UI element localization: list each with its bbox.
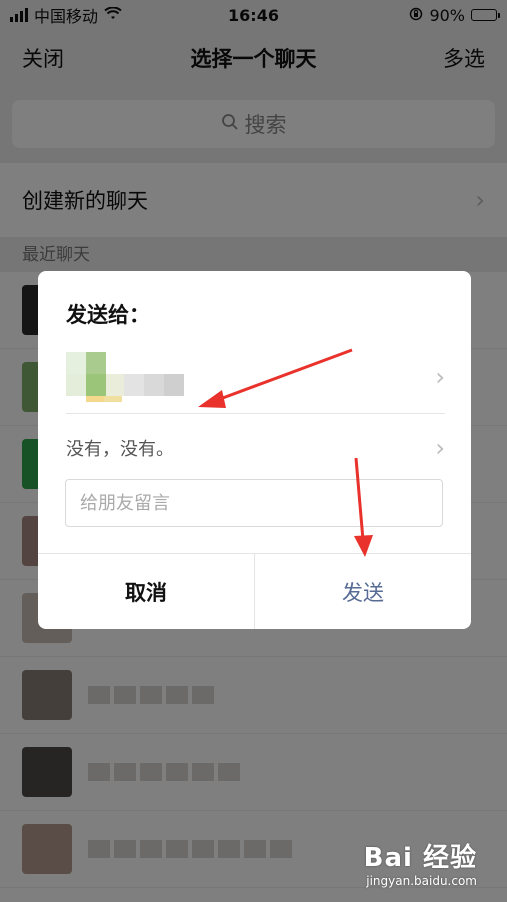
message-to-friend-input[interactable] <box>65 479 443 527</box>
dialog-title: 发送给： <box>66 303 150 327</box>
recipient-avatar-blurred <box>66 352 186 402</box>
message-preview-row[interactable]: 没有，没有。 › <box>66 423 445 473</box>
dialog-actions: 取消 发送 <box>38 553 471 629</box>
baidu-jingyan-watermark: Bai 经验 jingyan.baidu.com <box>364 837 477 888</box>
chevron-right-icon: › <box>435 363 445 391</box>
send-to-dialog: 发送给： › 没有，没有。 › 取消 发送 <box>38 271 471 629</box>
cancel-button[interactable]: 取消 <box>38 554 255 629</box>
send-button[interactable]: 发送 <box>255 554 471 629</box>
watermark-url: jingyan.baidu.com <box>366 874 477 888</box>
dialog-divider <box>66 413 445 414</box>
recipient-row[interactable]: › <box>66 341 445 413</box>
message-preview-text: 没有，没有。 <box>66 439 174 460</box>
watermark-brand: Bai 经验 <box>363 843 477 873</box>
chevron-right-icon: › <box>435 434 445 462</box>
